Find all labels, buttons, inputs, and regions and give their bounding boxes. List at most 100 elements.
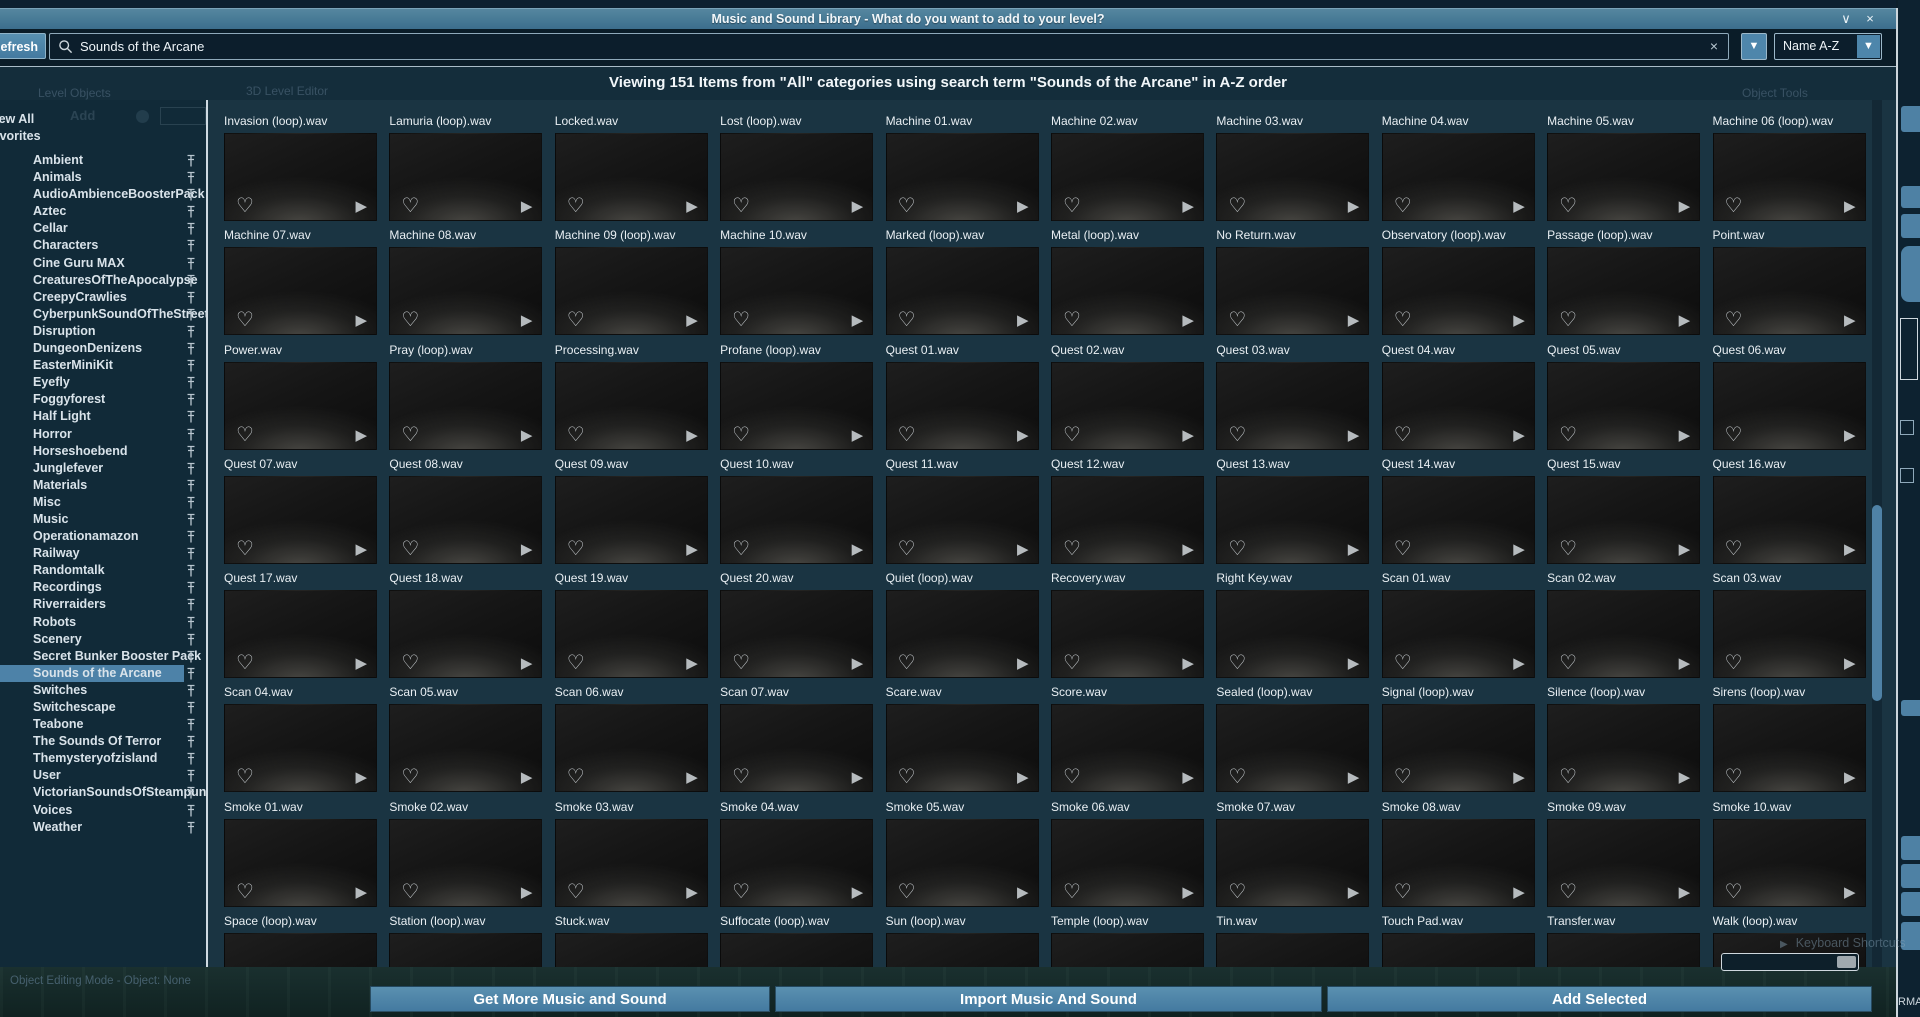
sound-thumbnail[interactable]: ♡ ▶ xyxy=(885,818,1039,907)
sidebar-category-item[interactable]: Riverraiders xyxy=(0,596,206,613)
sound-tile[interactable]: Quest 19.wav ♡ ▶ xyxy=(554,571,708,685)
sound-tile[interactable]: Machine 03.wav ♡ ▶ xyxy=(1216,114,1370,228)
sound-thumbnail[interactable]: ♡ ▶ xyxy=(1381,133,1535,221)
sound-thumbnail[interactable]: ♡ ▶ xyxy=(389,933,543,967)
favorite-heart-icon[interactable]: ♡ xyxy=(1725,767,1743,787)
favorite-heart-icon[interactable]: ♡ xyxy=(1559,539,1577,559)
play-icon[interactable]: ▶ xyxy=(1182,313,1194,328)
pin-icon[interactable] xyxy=(185,633,197,647)
sound-tile[interactable]: Quest 10.wav ♡ ▶ xyxy=(720,457,874,571)
sound-tile[interactable]: Power.wav ♡ ▶ xyxy=(224,343,377,457)
favorite-heart-icon[interactable]: ♡ xyxy=(1394,539,1412,559)
favorite-heart-icon[interactable]: ♡ xyxy=(1559,310,1577,330)
sidebar-category-item[interactable]: Scenery xyxy=(0,631,206,648)
favorite-heart-icon[interactable]: ♡ xyxy=(1559,767,1577,787)
play-icon[interactable]: ▶ xyxy=(1017,428,1029,443)
sidebar-category-item[interactable]: Recordings xyxy=(0,579,206,596)
play-icon[interactable]: ▶ xyxy=(1017,885,1029,900)
play-icon[interactable]: ▶ xyxy=(1844,313,1856,328)
favorite-heart-icon[interactable]: ♡ xyxy=(1725,539,1743,559)
play-icon[interactable]: ▶ xyxy=(1348,542,1360,557)
sound-thumbnail[interactable]: ♡ ▶ xyxy=(224,247,377,336)
pin-icon[interactable] xyxy=(185,393,197,407)
sound-tile[interactable]: Scan 04.wav ♡ ▶ xyxy=(224,685,377,799)
sound-tile[interactable]: Quest 04.wav ♡ ▶ xyxy=(1381,343,1535,457)
play-icon[interactable]: ▶ xyxy=(1017,199,1029,214)
play-icon[interactable]: ▶ xyxy=(1844,542,1856,557)
sound-thumbnail[interactable]: ♡ ▶ xyxy=(1381,704,1535,793)
get-more-music-button[interactable]: Get More Music and Sound xyxy=(370,986,770,1012)
sound-thumbnail[interactable]: ♡ ▶ xyxy=(554,704,708,793)
play-icon[interactable]: ▶ xyxy=(686,199,698,214)
sidebar-category-item[interactable]: Switches xyxy=(0,682,206,699)
play-icon[interactable]: ▶ xyxy=(1679,199,1691,214)
sound-thumbnail[interactable]: ♡ ▶ xyxy=(1381,475,1535,564)
sidebar-category-item[interactable]: CyberpunkSoundOfTheStreets xyxy=(0,306,206,323)
sound-tile[interactable]: Quest 15.wav ♡ ▶ xyxy=(1547,457,1701,571)
favorite-heart-icon[interactable]: ♡ xyxy=(1394,882,1412,902)
sound-thumbnail[interactable]: ♡ ▶ xyxy=(224,361,377,450)
sound-tile[interactable]: Smoke 01.wav ♡ ▶ xyxy=(224,800,377,914)
pin-icon[interactable] xyxy=(185,428,197,442)
pin-icon[interactable] xyxy=(185,581,197,595)
sound-thumbnail[interactable]: ♡ ▶ xyxy=(554,590,708,679)
favorite-heart-icon[interactable]: ♡ xyxy=(401,767,419,787)
play-icon[interactable]: ▶ xyxy=(1513,542,1525,557)
play-icon[interactable]: ▶ xyxy=(355,313,367,328)
play-icon[interactable]: ▶ xyxy=(1348,428,1360,443)
sound-thumbnail[interactable]: ♡ ▶ xyxy=(720,818,874,907)
favorite-heart-icon[interactable]: ♡ xyxy=(1063,196,1081,216)
play-icon[interactable]: ▶ xyxy=(1017,313,1029,328)
play-icon[interactable]: ▶ xyxy=(1182,656,1194,671)
sound-tile[interactable]: Invasion (loop).wav ♡ ▶ xyxy=(224,114,377,228)
play-icon[interactable]: ▶ xyxy=(1844,428,1856,443)
sound-tile[interactable]: Quest 13.wav ♡ ▶ xyxy=(1216,457,1370,571)
sound-thumbnail[interactable]: ♡ ▶ xyxy=(554,361,708,450)
sound-tile[interactable]: Machine 07.wav ♡ ▶ xyxy=(224,228,377,342)
sound-tile[interactable]: Machine 02.wav ♡ ▶ xyxy=(1050,114,1204,228)
pin-icon[interactable] xyxy=(185,496,197,510)
sidebar-category-item[interactable]: VictorianSoundsOfSteampunk xyxy=(0,784,206,801)
play-icon[interactable]: ▶ xyxy=(852,313,864,328)
pin-icon[interactable] xyxy=(185,205,197,219)
favorite-heart-icon[interactable]: ♡ xyxy=(1559,882,1577,902)
favorite-heart-icon[interactable]: ♡ xyxy=(401,653,419,673)
pin-icon[interactable] xyxy=(185,513,197,527)
sidebar-item-favorites[interactable]: Favorites xyxy=(0,128,206,145)
pin-icon[interactable] xyxy=(185,274,197,288)
pin-icon[interactable] xyxy=(185,342,197,356)
sound-thumbnail[interactable]: ♡ ▶ xyxy=(720,475,874,564)
sound-tile[interactable]: Quest 12.wav ♡ ▶ xyxy=(1050,457,1204,571)
sound-thumbnail[interactable]: ♡ ▶ xyxy=(224,590,377,679)
sound-tile[interactable]: No Return.wav ♡ ▶ xyxy=(1216,228,1370,342)
play-icon[interactable]: ▶ xyxy=(521,885,533,900)
sound-tile[interactable]: Smoke 07.wav ♡ ▶ xyxy=(1216,800,1370,914)
favorite-heart-icon[interactable]: ♡ xyxy=(1725,310,1743,330)
play-icon[interactable]: ▶ xyxy=(355,542,367,557)
play-icon[interactable]: ▶ xyxy=(852,542,864,557)
favorite-heart-icon[interactable]: ♡ xyxy=(732,196,750,216)
sound-thumbnail[interactable]: ♡ ▶ xyxy=(885,361,1039,450)
sound-tile[interactable]: Sun (loop).wav ♡ ▶ xyxy=(885,914,1039,967)
sound-tile[interactable]: Station (loop).wav ♡ ▶ xyxy=(389,914,543,967)
favorite-heart-icon[interactable]: ♡ xyxy=(1559,196,1577,216)
sidebar-item-view-all[interactable]: View All xyxy=(0,111,206,128)
clear-search-icon[interactable]: × xyxy=(1710,38,1718,54)
sidebar-category-item[interactable]: Cellar xyxy=(0,220,206,237)
play-icon[interactable]: ▶ xyxy=(1513,313,1525,328)
sound-thumbnail[interactable]: ♡ ▶ xyxy=(389,704,543,793)
favorite-heart-icon[interactable]: ♡ xyxy=(236,196,254,216)
sound-tile[interactable]: Quest 18.wav ♡ ▶ xyxy=(389,571,543,685)
play-icon[interactable]: ▶ xyxy=(1182,199,1194,214)
sidebar-category-item[interactable]: Operationamazon xyxy=(0,528,206,545)
sound-tile[interactable]: Machine 01.wav ♡ ▶ xyxy=(885,114,1039,228)
favorite-heart-icon[interactable]: ♡ xyxy=(732,425,750,445)
close-icon[interactable]: × xyxy=(1860,10,1880,28)
sound-thumbnail[interactable]: ♡ ▶ xyxy=(1050,247,1204,336)
pin-icon[interactable] xyxy=(185,667,197,681)
favorite-heart-icon[interactable]: ♡ xyxy=(236,653,254,673)
play-icon[interactable]: ▶ xyxy=(1513,656,1525,671)
sound-tile[interactable]: Score.wav ♡ ▶ xyxy=(1050,685,1204,799)
sound-tile[interactable]: Quest 05.wav ♡ ▶ xyxy=(1547,343,1701,457)
play-icon[interactable]: ▶ xyxy=(852,770,864,785)
